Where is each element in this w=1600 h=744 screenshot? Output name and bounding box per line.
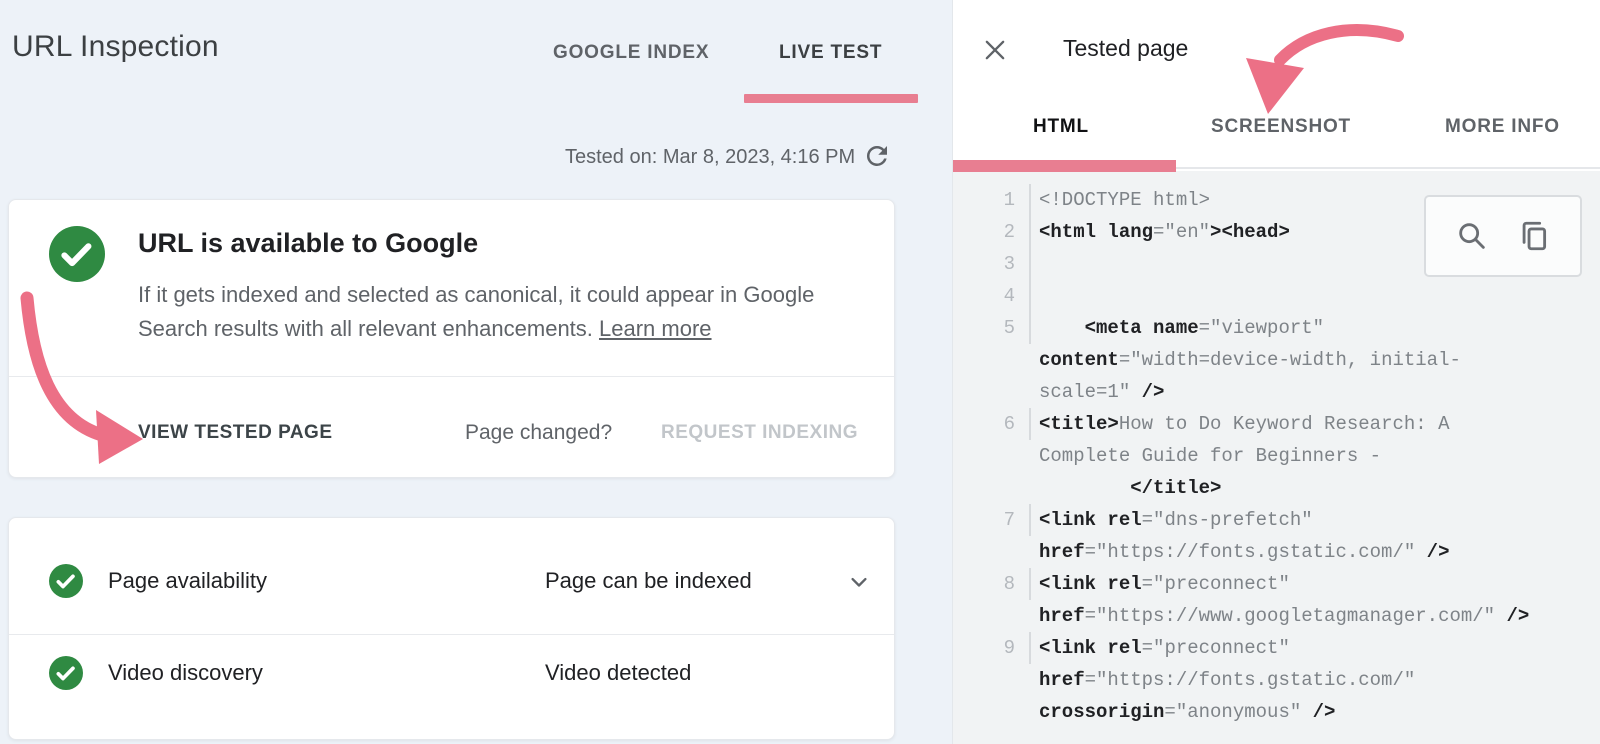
page-changed-label: Page changed?	[465, 421, 612, 445]
search-icon[interactable]	[1455, 219, 1489, 253]
line-number: 4	[953, 280, 1031, 312]
tab-google-index[interactable]: GOOGLE INDEX	[553, 42, 709, 64]
view-tested-page-button[interactable]: VIEW TESTED PAGE	[138, 422, 333, 444]
success-check-icon	[49, 226, 105, 282]
success-check-icon	[49, 656, 83, 690]
result-heading: URL is available to Google	[138, 228, 478, 259]
live-test-active-underline	[744, 94, 918, 103]
line-number: 2	[953, 216, 1031, 248]
code-text: <meta name="viewport" content="width=dev…	[1039, 312, 1541, 408]
check-value: Video detected	[545, 660, 691, 686]
html-tab-active-underline	[953, 160, 1176, 172]
line-number: 5	[953, 312, 1031, 344]
request-indexing-button[interactable]: REQUEST INDEXING	[661, 422, 858, 444]
learn-more-link[interactable]: Learn more	[599, 316, 712, 341]
check-label: Page availability	[108, 568, 267, 594]
tab-screenshot[interactable]: SCREENSHOT	[1211, 116, 1351, 138]
line-number: 1	[953, 184, 1031, 216]
line-number: 3	[953, 248, 1031, 280]
check-label: Video discovery	[108, 660, 263, 686]
code-line: 8<link rel="preconnect" href="https://ww…	[953, 568, 1600, 632]
line-number: 7	[953, 504, 1031, 536]
code-line: 9<link rel="preconnect" href="https://fo…	[953, 632, 1600, 728]
checks-card: Page availability Page can be indexed Vi…	[8, 517, 895, 740]
result-description-text: If it gets indexed and selected as canon…	[138, 282, 814, 341]
copy-icon[interactable]	[1517, 219, 1551, 253]
close-button[interactable]	[981, 36, 1009, 64]
code-line: 6<title>How to Do Keyword Research: A Co…	[953, 408, 1600, 504]
page-title: URL Inspection	[12, 30, 219, 64]
line-number: 9	[953, 632, 1031, 664]
close-icon	[981, 36, 1009, 64]
code-line: 4	[953, 280, 1600, 312]
refresh-icon	[862, 141, 892, 171]
card-divider	[9, 376, 894, 377]
result-description: If it gets indexed and selected as canon…	[138, 278, 870, 346]
refresh-test-button[interactable]	[862, 141, 892, 171]
card-divider	[9, 634, 894, 635]
code-text: <link rel="preconnect" href="https://fon…	[1039, 632, 1541, 728]
code-line: 7<link rel="dns-prefetch" href="https://…	[953, 504, 1600, 568]
result-card: URL is available to Google If it gets in…	[8, 199, 895, 478]
line-number: 6	[953, 408, 1031, 440]
url-inspection-screen: URL Inspection GOOGLE INDEX LIVE TEST Te…	[0, 0, 1600, 744]
tested-on-timestamp: Tested on: Mar 8, 2023, 4:16 PM	[565, 146, 855, 169]
tab-more-info[interactable]: MORE INFO	[1445, 116, 1560, 138]
code-text: <title>How to Do Keyword Research: A Com…	[1039, 408, 1541, 504]
tab-html[interactable]: HTML	[1033, 116, 1089, 138]
check-value: Page can be indexed	[545, 568, 752, 594]
code-text: <link rel="preconnect" href="https://www…	[1039, 568, 1541, 632]
tested-page-panel: Tested page HTML SCREENSHOT MORE INFO 1<…	[952, 0, 1600, 744]
code-line: 5 <meta name="viewport" content="width=d…	[953, 312, 1600, 408]
url-inspection-pane: URL Inspection GOOGLE INDEX LIVE TEST Te…	[0, 0, 952, 744]
chevron-down-icon[interactable]	[845, 568, 873, 596]
panel-title: Tested page	[1063, 35, 1188, 62]
html-source-view[interactable]: 1<!DOCTYPE html>2<html lang="en"><head>3…	[953, 171, 1600, 744]
success-check-icon	[49, 564, 83, 598]
code-text: <link rel="dns-prefetch" href="https://f…	[1039, 504, 1541, 568]
tab-live-test[interactable]: LIVE TEST	[779, 42, 882, 64]
line-number: 8	[953, 568, 1031, 600]
code-toolbar	[1424, 195, 1582, 277]
